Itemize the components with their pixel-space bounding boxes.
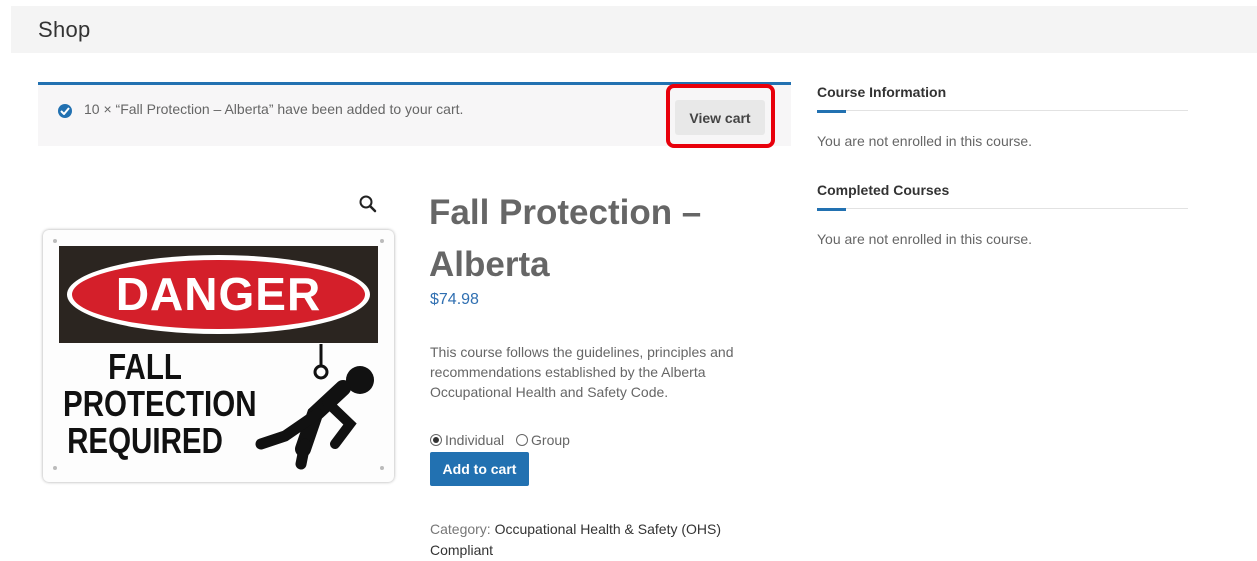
check-circle-icon [58, 104, 72, 118]
falling-person-icon [255, 344, 374, 470]
widget-text-completed-courses: You are not enrolled in this course. [817, 231, 1033, 247]
product-image[interactable]: DANGER FALL PROTECTION REQUIRED [43, 230, 394, 482]
purchase-type-options: Individual Group [430, 432, 578, 448]
page-header [11, 6, 1257, 53]
sign-text: FALL PROTECTION REQUIRED [63, 346, 257, 461]
widget-accent [817, 208, 846, 211]
page-title: Shop [38, 17, 91, 42]
widget-text-course-information: You are not enrolled in this course. [817, 133, 1033, 149]
option-individual[interactable]: Individual [430, 432, 504, 448]
widget-title-completed-courses: Completed Courses [817, 182, 950, 198]
product-description: This course follows the guidelines, prin… [430, 344, 734, 400]
add-to-cart-button[interactable]: Add to cart [430, 452, 529, 486]
radio-group[interactable] [516, 434, 529, 446]
danger-label: DANGER [115, 268, 322, 320]
radio-individual[interactable] [430, 434, 442, 446]
product-category: Category: Occupational Health & Safety (… [430, 521, 722, 558]
zoom-icon[interactable] [358, 194, 378, 214]
widget-divider [817, 208, 1188, 209]
widget-divider [817, 110, 1188, 111]
option-group[interactable]: Group [516, 432, 570, 448]
widget-title-course-information: Course Information [817, 84, 947, 100]
product-price: $74.98 [430, 291, 479, 308]
notice-message: 10 × “Fall Protection – Alberta” have be… [84, 101, 464, 117]
widget-accent [817, 110, 846, 113]
highlight-box [666, 84, 775, 148]
danger-header: DANGER [59, 246, 378, 343]
product-title: Fall Protection – Alberta [429, 193, 702, 284]
